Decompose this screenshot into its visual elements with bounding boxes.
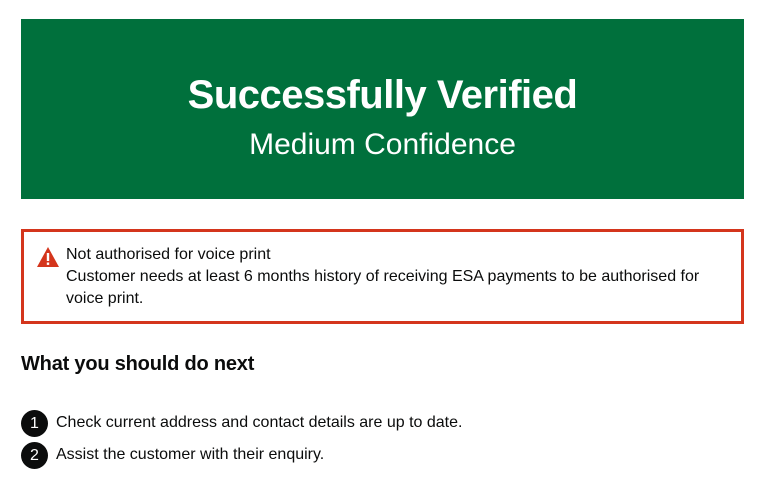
warning-title: Not authorised for voice print: [66, 246, 271, 263]
step-text: Check current address and contact detail…: [56, 414, 463, 431]
warning-box: Not authorised for voice print Customer …: [21, 229, 744, 324]
list-item: 2 Assist the customer with their enquiry…: [21, 441, 462, 469]
step-number-badge: 1: [21, 409, 48, 437]
panel-body: Medium Confidence: [249, 128, 516, 161]
step-text: Assist the customer with their enquiry.: [56, 446, 325, 463]
confirmation-panel: Successfully Verified Medium Confidence: [21, 19, 744, 199]
warning-text: Not authorised for voice print Customer …: [66, 244, 727, 310]
warning-triangle-icon: [37, 247, 59, 267]
next-steps-heading: What you should do next: [21, 353, 255, 375]
warning-message: Customer needs at least 6 months history…: [66, 268, 700, 307]
next-steps-list: 1 Check current address and contact deta…: [21, 409, 462, 473]
step-number-badge: 2: [21, 441, 48, 469]
list-item: 1 Check current address and contact deta…: [21, 409, 462, 437]
verification-result-page: Successfully Verified Medium Confidence …: [0, 0, 764, 496]
panel-title: Successfully Verified: [187, 73, 578, 117]
